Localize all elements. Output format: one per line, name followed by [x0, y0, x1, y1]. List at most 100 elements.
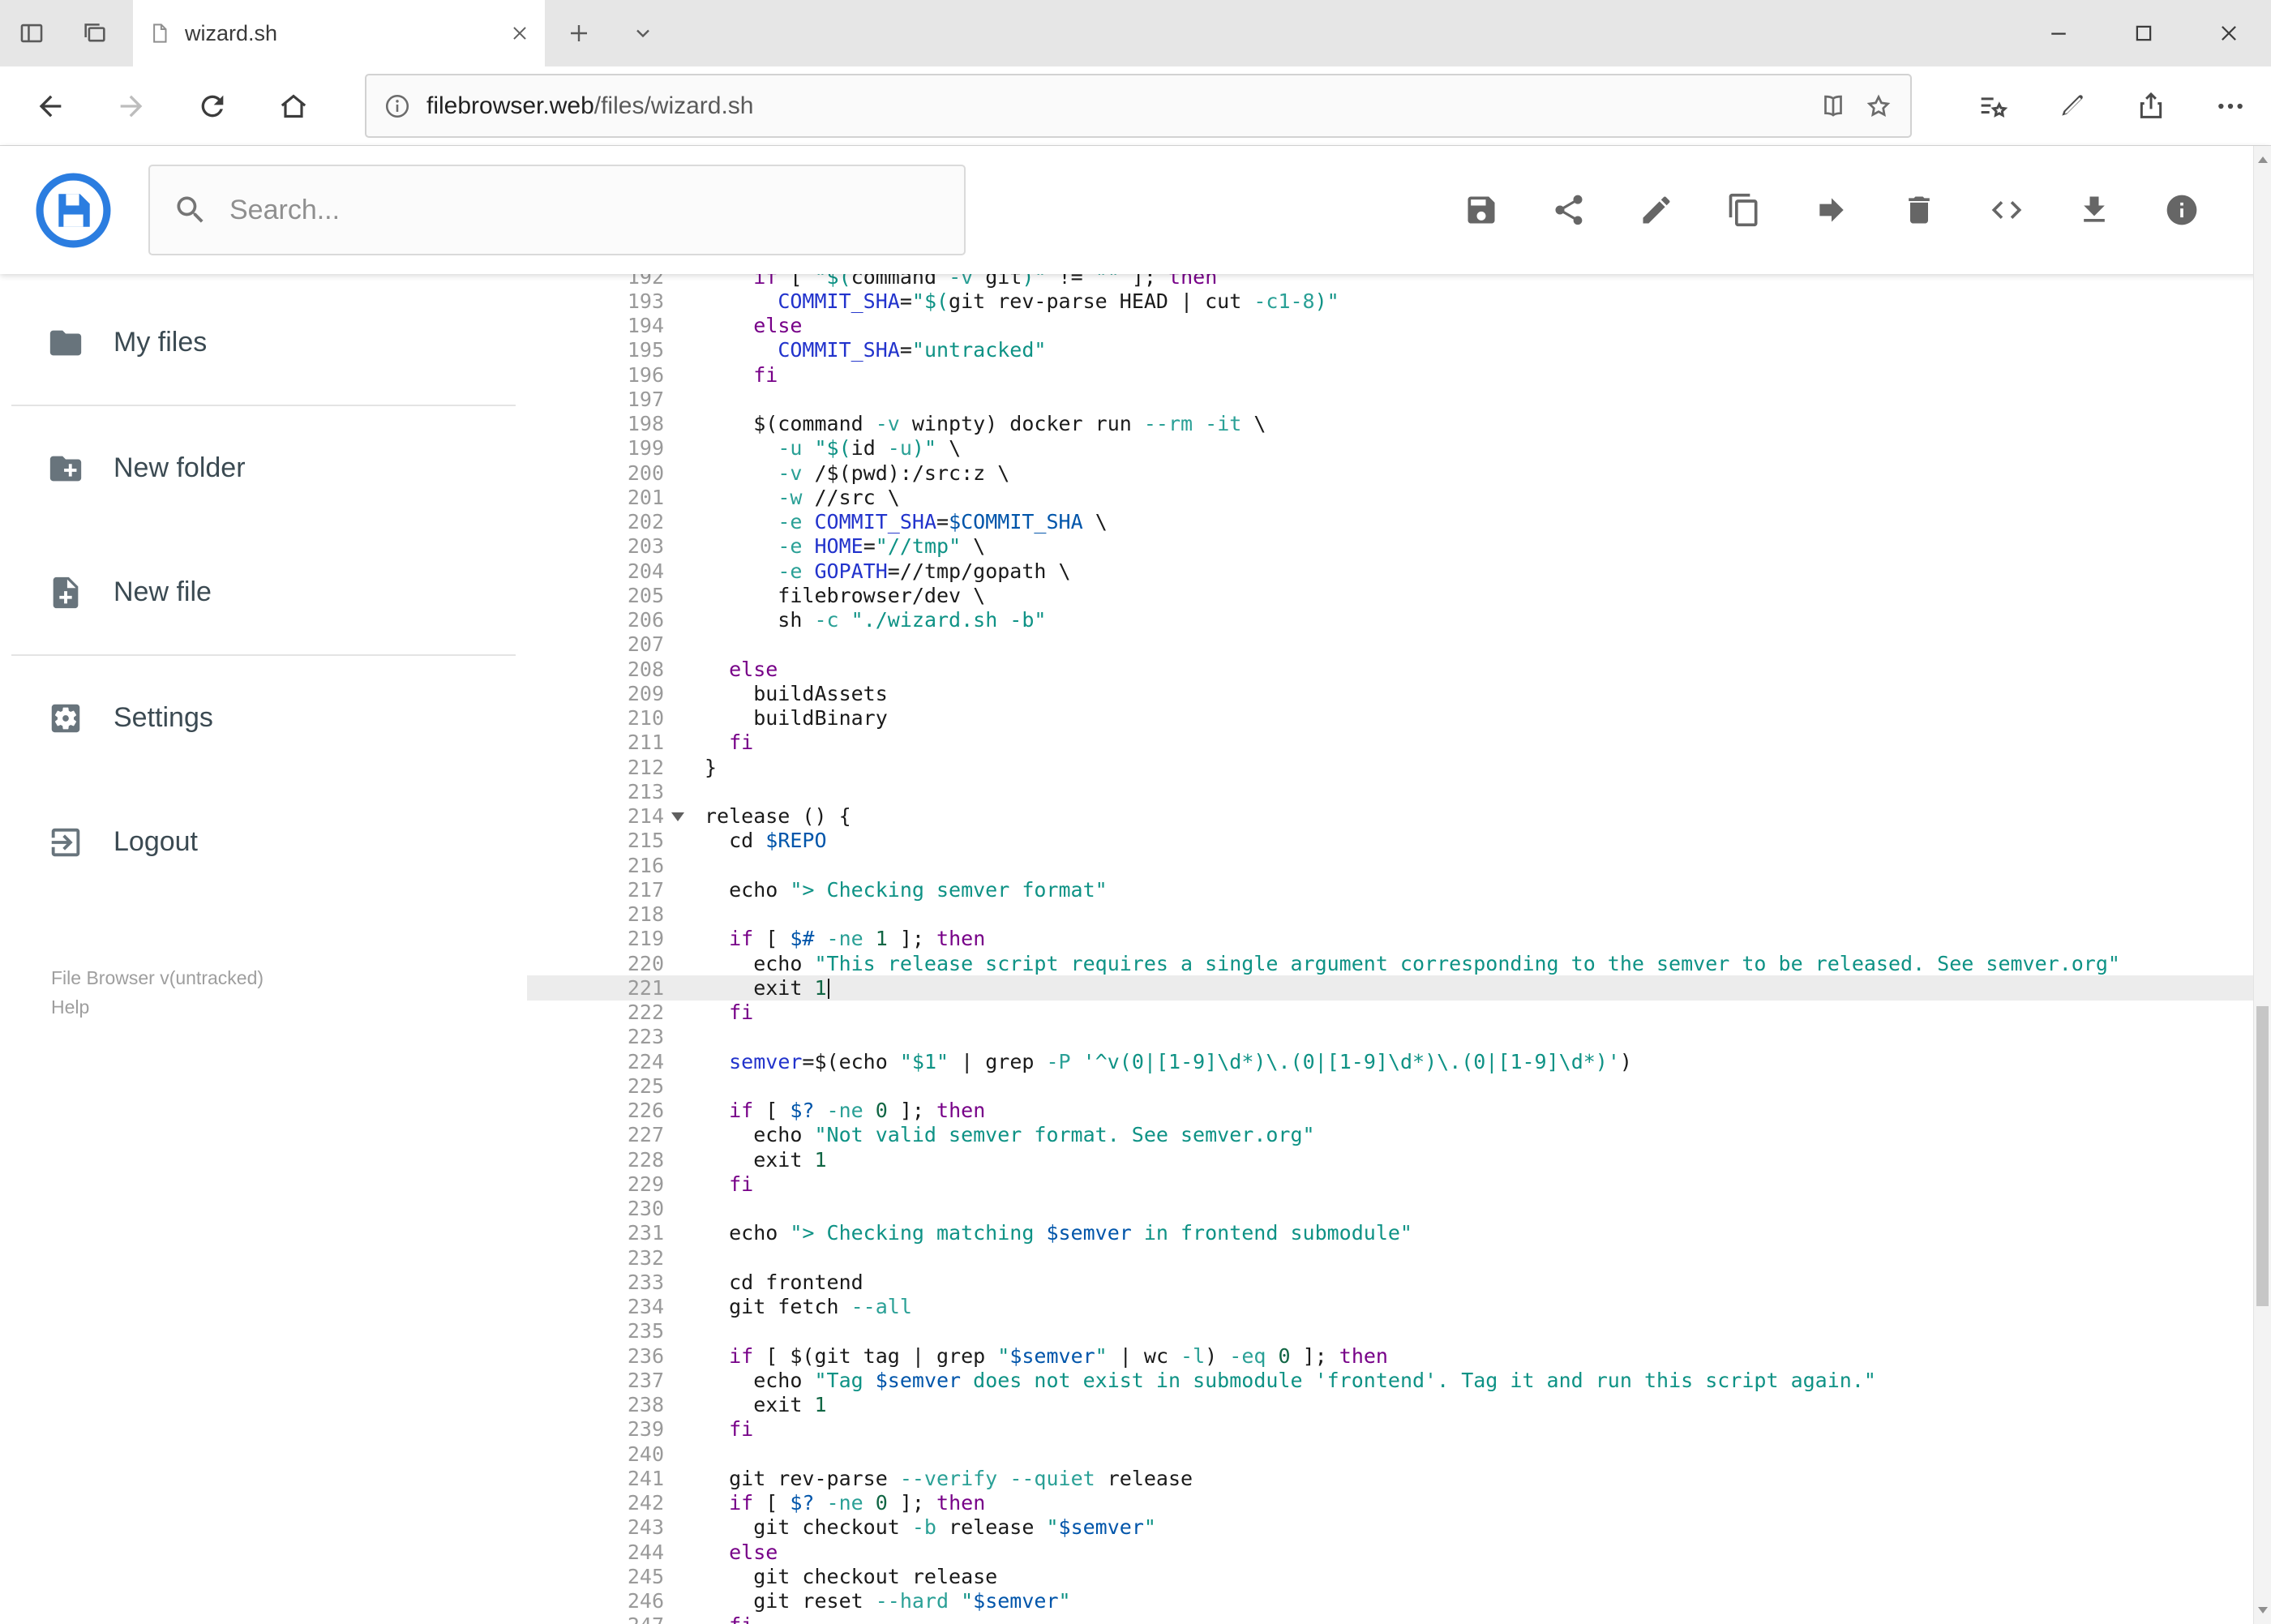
sidebar-item-new-file[interactable]: New file — [0, 530, 527, 654]
info-button[interactable] — [2138, 146, 2226, 274]
code-line[interactable]: 238 exit 1 — [527, 1393, 2271, 1417]
code-line[interactable]: 244 else — [527, 1540, 2271, 1564]
site-info-icon[interactable] — [383, 92, 412, 121]
code-line[interactable]: 226 if [ $? -ne 0 ]; then — [527, 1099, 2271, 1123]
new-tab-button[interactable] — [545, 0, 613, 66]
fold-arrow-icon[interactable] — [671, 812, 684, 821]
code-line[interactable]: 246 git reset --hard "$semver" — [527, 1589, 2271, 1613]
search-box[interactable] — [148, 165, 966, 255]
code-line[interactable]: 216 — [527, 853, 2271, 877]
url-text[interactable]: filebrowser.web/files/wizard.sh — [426, 92, 1803, 120]
favorite-star-icon[interactable] — [1863, 91, 1894, 122]
code-line[interactable]: 237 echo "Tag $semver does not exist in … — [527, 1368, 2271, 1392]
refresh-button[interactable] — [172, 66, 253, 146]
code-line[interactable]: 203 -e HOME="//tmp" \ — [527, 534, 2271, 559]
code-line[interactable]: 199 -u "$(id -u)" \ — [527, 436, 2271, 461]
code-line[interactable]: 245 git checkout release — [527, 1564, 2271, 1588]
code-line[interactable]: 224 semver=$(echo "$1" | grep -P '^v(0|[… — [527, 1049, 2271, 1073]
more-button[interactable] — [2191, 66, 2270, 146]
code-line[interactable]: 214 release () { — [527, 804, 2271, 829]
code-line[interactable]: 239 fi — [527, 1417, 2271, 1442]
code-line[interactable]: 193 COMMIT_SHA="$(git rev-parse HEAD | c… — [527, 289, 2271, 313]
code-line[interactable]: 215 cd $REPO — [527, 829, 2271, 853]
code-line[interactable]: 210 buildBinary — [527, 706, 2271, 731]
sidebar-item-new-folder[interactable]: New folder — [0, 406, 527, 530]
code-line[interactable]: 202 -e COMMIT_SHA=$COMMIT_SHA \ — [527, 510, 2271, 534]
filebrowser-logo[interactable] — [34, 171, 113, 250]
set-tabs-aside-button[interactable] — [0, 0, 63, 66]
code-line[interactable]: 201 -w //src \ — [527, 485, 2271, 509]
code-line[interactable]: 229 fi — [527, 1172, 2271, 1196]
code-line[interactable]: 247 fi — [527, 1613, 2271, 1624]
code-line[interactable]: 242 if [ $? -ne 0 ]; then — [527, 1491, 2271, 1515]
code-line[interactable]: 231 echo "> Checking matching $semver in… — [527, 1221, 2271, 1245]
code-line[interactable]: 219 if [ $# -ne 1 ]; then — [527, 927, 2271, 951]
code-line[interactable]: 204 -e GOPATH=//tmp/gopath \ — [527, 559, 2271, 583]
home-button[interactable] — [253, 66, 334, 146]
web-note-button[interactable] — [2032, 66, 2111, 146]
help-link[interactable]: Help — [51, 992, 264, 1022]
code-line[interactable]: 196 fi — [527, 362, 2271, 387]
code-line[interactable]: 218 — [527, 902, 2271, 927]
code-line[interactable]: 206 sh -c "./wizard.sh -b" — [527, 608, 2271, 632]
code-line[interactable]: 230 — [527, 1197, 2271, 1221]
code-line[interactable]: 220 echo "This release script requires a… — [527, 951, 2271, 975]
code-line[interactable]: 192 if [ "$(command -v git)" != "" ]; th… — [527, 274, 2271, 289]
reading-view-icon[interactable] — [1818, 91, 1849, 122]
sidebar-item-my-files[interactable]: My files — [0, 281, 527, 405]
tab-close-button[interactable] — [509, 23, 530, 44]
copy-button[interactable] — [1700, 146, 1788, 274]
window-maximize-button[interactable] — [2101, 0, 2186, 66]
move-button[interactable] — [1788, 146, 1875, 274]
code-line[interactable]: 212} — [527, 755, 2271, 779]
scrollbar[interactable] — [2253, 146, 2271, 1624]
code-line[interactable]: 240 — [527, 1442, 2271, 1466]
code-line[interactable]: 234 git fetch --all — [527, 1295, 2271, 1319]
forward-button[interactable] — [91, 66, 172, 146]
code-line[interactable]: 227 echo "Not valid semver format. See s… — [527, 1123, 2271, 1147]
hub-button[interactable] — [1952, 66, 2032, 146]
code-line[interactable]: 213 — [527, 779, 2271, 803]
back-button[interactable] — [10, 66, 91, 146]
download-button[interactable] — [2050, 146, 2138, 274]
code-line[interactable]: 205 filebrowser/dev \ — [527, 583, 2271, 607]
code-line[interactable]: 235 — [527, 1319, 2271, 1343]
code-view-button[interactable] — [1963, 146, 2050, 274]
code-line[interactable]: 209 buildAssets — [527, 681, 2271, 705]
code-line[interactable]: 232 — [527, 1245, 2271, 1270]
scroll-down-arrow[interactable] — [2254, 1596, 2271, 1624]
tab-preview-toggle[interactable] — [613, 0, 673, 66]
scroll-up-arrow[interactable] — [2254, 146, 2271, 174]
sidebar-item-logout[interactable]: Logout — [0, 780, 527, 904]
rename-button[interactable] — [1613, 146, 1700, 274]
share-button-app[interactable] — [1525, 146, 1613, 274]
share-button[interactable] — [2111, 66, 2191, 146]
code-line[interactable]: 194 else — [527, 314, 2271, 338]
save-button[interactable] — [1438, 146, 1525, 274]
code-line[interactable]: 211 fi — [527, 731, 2271, 755]
sidebar-item-settings[interactable]: Settings — [0, 656, 527, 780]
address-bar[interactable]: filebrowser.web/files/wizard.sh — [365, 74, 1912, 138]
code-line[interactable]: 208 else — [527, 657, 2271, 681]
delete-button[interactable] — [1875, 146, 1963, 274]
code-line[interactable]: 197 — [527, 387, 2271, 411]
code-line[interactable]: 241 git rev-parse --verify --quiet relea… — [527, 1466, 2271, 1490]
code-line[interactable]: 195 COMMIT_SHA="untracked" — [527, 338, 2271, 362]
code-line[interactable]: 222 fi — [527, 1001, 2271, 1025]
code-line[interactable]: 228 exit 1 — [527, 1147, 2271, 1172]
code-line[interactable]: 233 cd frontend — [527, 1270, 2271, 1294]
window-close-button[interactable] — [2186, 0, 2271, 66]
scrollbar-thumb[interactable] — [2256, 1006, 2269, 1306]
code-line[interactable]: 200 -v /$(pwd):/src:z \ — [527, 461, 2271, 485]
code-line[interactable]: 221 exit 1 — [527, 975, 2271, 1001]
code-line[interactable]: 225 — [527, 1073, 2271, 1098]
code-line[interactable]: 217 echo "> Checking semver format" — [527, 877, 2271, 902]
browser-tab[interactable]: wizard.sh — [133, 0, 545, 66]
code-line[interactable]: 236 if [ $(git tag | grep "$semver" | wc… — [527, 1343, 2271, 1368]
code-line[interactable]: 223 — [527, 1025, 2271, 1049]
code-editor[interactable]: 192 if [ "$(command -v git)" != "" ]; th… — [527, 274, 2271, 1624]
code-line[interactable]: 207 — [527, 632, 2271, 657]
search-input[interactable] — [229, 194, 941, 226]
window-minimize-button[interactable] — [2016, 0, 2101, 66]
show-set-aside-tabs-button[interactable] — [63, 0, 126, 66]
